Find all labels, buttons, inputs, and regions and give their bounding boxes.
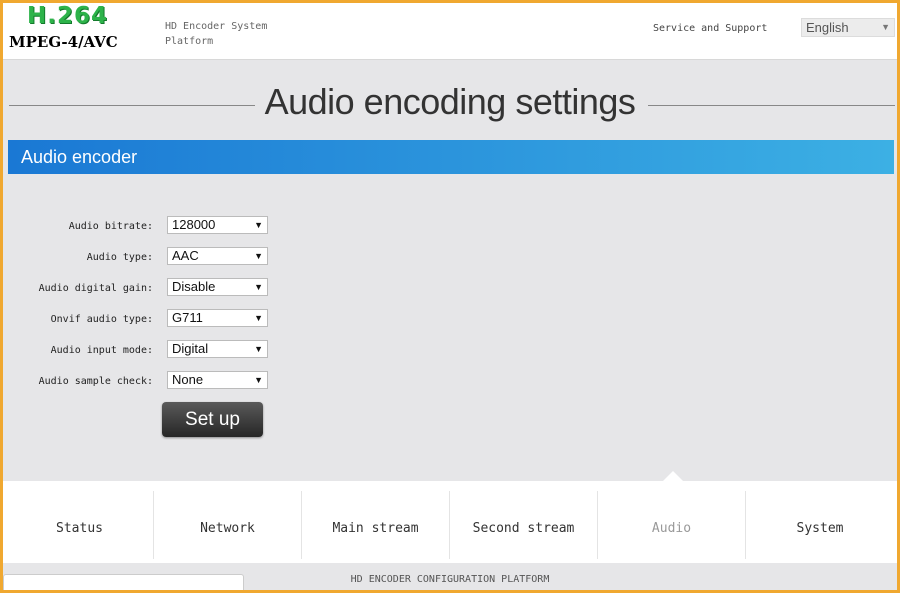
select-value: G711 — [172, 310, 203, 325]
audio-input-mode-select[interactable]: Digital ▼ — [167, 340, 268, 358]
select-value: Disable — [172, 279, 216, 294]
chevron-down-icon: ▼ — [254, 375, 263, 385]
form-row-audio-input-mode: Audio input mode: Digital ▼ — [8, 340, 408, 360]
chevron-down-icon: ▼ — [254, 251, 263, 261]
logo-mpeg4-avc: MPEG-4/AVC — [9, 33, 118, 51]
select-value: Digital — [172, 341, 209, 356]
language-value: English — [806, 20, 849, 35]
select-value: 128000 — [172, 217, 216, 232]
tab-main-stream[interactable]: Main stream — [302, 491, 450, 559]
logo-h264: H.264 — [27, 3, 108, 29]
footer-text: HD ENCODER CONFIGURATION PLATFORM — [350, 574, 550, 585]
select-value: AAC — [172, 248, 199, 263]
active-tab-pointer — [663, 471, 683, 481]
service-support-link[interactable]: Service and Support — [653, 23, 767, 34]
form-row-audio-bitrate: Audio bitrate: 128000 ▼ — [8, 216, 408, 236]
form-row-audio-digital-gain: Audio digital gain: Disable ▼ — [8, 278, 408, 298]
bottom-nav: Status Network Main stream Second stream… — [3, 481, 897, 563]
section-header: Audio encoder — [8, 140, 894, 174]
chevron-down-icon: ▼ — [881, 22, 890, 32]
field-label: Audio sample check: — [38, 376, 153, 387]
tab-network[interactable]: Network — [154, 491, 302, 559]
tab-system[interactable]: System — [746, 491, 894, 559]
tab-audio[interactable]: Audio — [598, 491, 746, 559]
field-label: Audio digital gain: — [38, 283, 153, 294]
tab-status[interactable]: Status — [6, 491, 154, 559]
audio-encoder-panel: Audio bitrate: 128000 ▼ Audio type: AAC … — [8, 174, 894, 484]
chevron-down-icon: ▼ — [254, 220, 263, 230]
audio-digital-gain-select[interactable]: Disable ▼ — [167, 278, 268, 296]
page-title-row: Audio encoding settings — [3, 81, 897, 129]
app-frame: H.264 MPEG-4/AVC HD Encoder System Platf… — [3, 3, 897, 590]
chevron-down-icon: ▼ — [254, 344, 263, 354]
language-select[interactable]: English ▼ — [801, 18, 895, 37]
set-up-button[interactable]: Set up — [162, 402, 263, 437]
select-value: None — [172, 372, 204, 387]
tab-second-stream[interactable]: Second stream — [450, 491, 598, 559]
audio-bitrate-select[interactable]: 128000 ▼ — [167, 216, 268, 234]
field-label: Audio bitrate: — [68, 221, 153, 232]
onvif-audio-type-select[interactable]: G711 ▼ — [167, 309, 268, 327]
audio-type-select[interactable]: AAC ▼ — [167, 247, 268, 265]
audio-sample-check-select[interactable]: None ▼ — [167, 371, 268, 389]
field-label: Audio input mode: — [50, 345, 153, 356]
field-label: Onvif audio type: — [50, 314, 153, 325]
form-row-onvif-audio-type: Onvif audio type: G711 ▼ — [8, 309, 408, 329]
chevron-down-icon: ▼ — [254, 282, 263, 292]
chevron-down-icon: ▼ — [254, 313, 263, 323]
field-label: Audio type: — [86, 252, 153, 263]
form-row-audio-type: Audio type: AAC ▼ — [8, 247, 408, 267]
header: H.264 MPEG-4/AVC HD Encoder System Platf… — [3, 3, 897, 60]
page-title: Audio encoding settings — [264, 81, 636, 122]
header-platform-text: HD Encoder System Platform — [165, 21, 268, 47]
form-row-audio-sample-check: Audio sample check: None ▼ — [8, 371, 408, 391]
